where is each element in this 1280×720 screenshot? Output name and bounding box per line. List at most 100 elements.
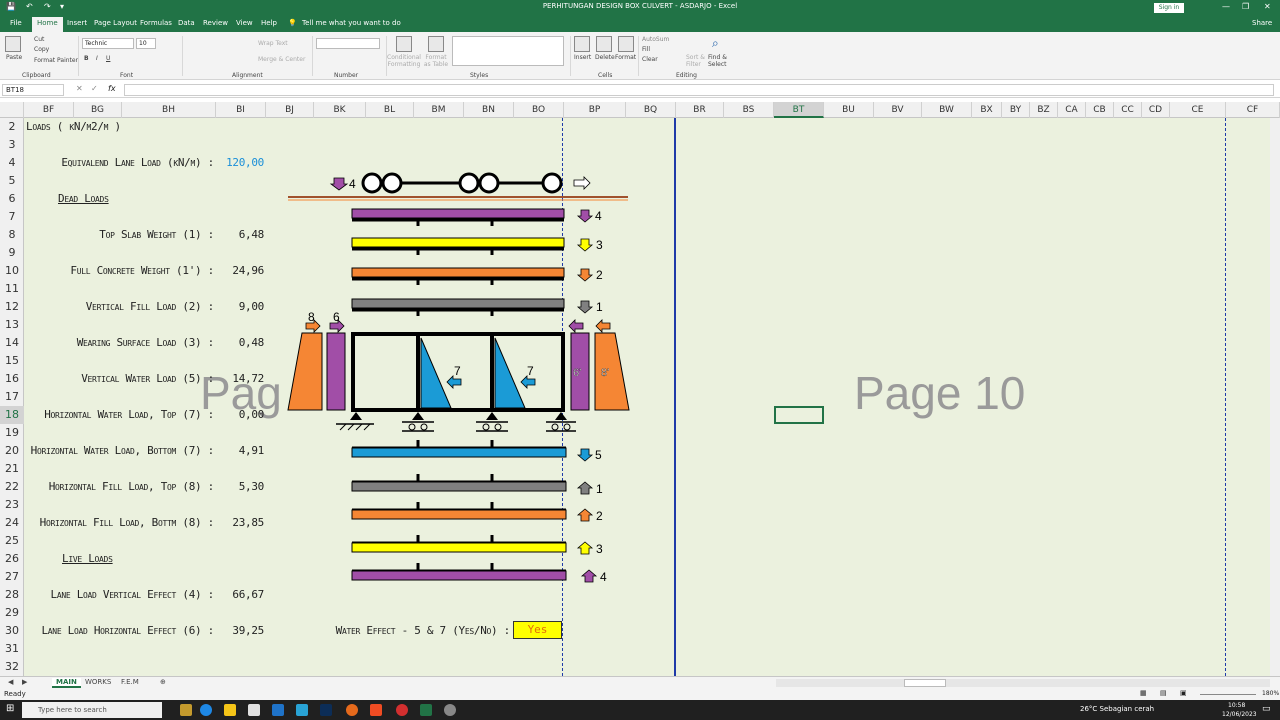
tab-page-layout[interactable]: Page Layout [94, 19, 137, 27]
format-as-table-icon[interactable] [428, 36, 444, 52]
sheet-tab-main[interactable]: MAIN [52, 678, 81, 688]
load-value[interactable]: 4,91 [194, 444, 265, 457]
underline-button[interactable]: U [106, 55, 110, 62]
column-header[interactable]: BN [464, 102, 514, 118]
notification-icon[interactable]: ▭ [1262, 704, 1271, 714]
horizontal-scrollbar[interactable] [776, 679, 1270, 687]
column-header[interactable]: BM [414, 102, 464, 118]
row-header[interactable]: 24 [0, 514, 24, 532]
italic-button[interactable]: I [96, 55, 98, 62]
row-header[interactable]: 27 [0, 568, 24, 586]
column-header[interactable]: BK [314, 102, 366, 118]
column-header[interactable]: BS [724, 102, 774, 118]
row-header[interactable]: 3 [0, 136, 24, 154]
file-explorer-icon[interactable] [224, 704, 236, 716]
column-header[interactable]: BZ [1030, 102, 1058, 118]
tab-formulas[interactable]: Formulas [140, 19, 172, 27]
next-sheet-icon[interactable]: ▶ [22, 678, 27, 686]
bold-button[interactable]: B [84, 55, 89, 62]
column-header[interactable]: CF [1226, 102, 1280, 118]
minimize-button[interactable]: — [1222, 2, 1230, 11]
water-effect-input[interactable]: Yes [513, 621, 562, 639]
column-header[interactable]: BX [972, 102, 1002, 118]
load-value[interactable]: 0,48 [194, 336, 265, 349]
find-magnifier-icon[interactable]: ⌕ [712, 36, 719, 51]
row-header[interactable]: 30 [0, 622, 24, 640]
column-header[interactable]: BI [216, 102, 266, 118]
row-header[interactable]: 6 [0, 190, 24, 208]
taskbar-search-input[interactable]: Type here to search [22, 702, 162, 718]
column-header[interactable]: BO [514, 102, 564, 118]
load-value[interactable]: 5,30 [194, 480, 265, 493]
column-header[interactable]: BF [24, 102, 74, 118]
row-header[interactable]: 11 [0, 280, 24, 298]
row-header[interactable]: 9 [0, 244, 24, 262]
mail-icon[interactable] [272, 704, 284, 716]
paste-icon[interactable] [5, 36, 21, 52]
zoom-slider[interactable] [1200, 694, 1256, 695]
column-header[interactable]: CD [1142, 102, 1170, 118]
format-cells-icon[interactable] [618, 36, 634, 52]
normal-view-icon[interactable]: ▦ [1140, 689, 1147, 697]
row-header[interactable]: 16 [0, 370, 24, 388]
font-size-select[interactable]: 10 [136, 38, 156, 49]
load-value[interactable]: 24,96 [194, 264, 264, 277]
row-header-selected[interactable]: 18 [0, 406, 24, 424]
paste-button[interactable]: Paste [6, 54, 22, 61]
column-header-selected[interactable]: BT [774, 102, 824, 118]
zoom-level[interactable]: 180% [1262, 690, 1279, 697]
brave-icon[interactable] [370, 704, 382, 716]
formula-input[interactable] [124, 84, 1274, 96]
load-value[interactable]: 14,72 [194, 372, 264, 385]
tab-data[interactable]: Data [178, 19, 195, 27]
close-button[interactable]: ✕ [1264, 2, 1271, 11]
live-load-value[interactable]: 66,67 [194, 588, 264, 601]
row-header[interactable]: 31 [0, 640, 24, 658]
autosum-button[interactable]: AutoSum [642, 36, 669, 43]
column-header[interactable]: BR [676, 102, 724, 118]
widget-icon[interactable] [180, 704, 192, 716]
sort-filter-button[interactable]: Sort & Filter [686, 54, 706, 68]
format-cells-button[interactable]: Format [615, 54, 636, 61]
row-header[interactable]: 26 [0, 550, 24, 568]
row-header[interactable]: 21 [0, 460, 24, 478]
load-value[interactable]: 23,85 [194, 516, 264, 529]
prev-sheet-icon[interactable]: ◀ [8, 678, 13, 686]
row-header[interactable]: 2 [0, 118, 24, 136]
sheet-tab-fem[interactable]: F.E.M [121, 678, 139, 686]
row-header[interactable]: 12 [0, 298, 24, 316]
weather-widget[interactable]: 26°C Sebagian cerah [1080, 705, 1154, 713]
row-header[interactable]: 7 [0, 208, 24, 226]
column-header[interactable]: CB [1086, 102, 1114, 118]
tab-view[interactable]: View [236, 19, 253, 27]
column-header[interactable]: BJ [266, 102, 314, 118]
find-select-button[interactable]: Find & Select [708, 54, 730, 68]
firefox-icon[interactable] [346, 704, 358, 716]
row-header[interactable]: 8 [0, 226, 24, 244]
row-header[interactable]: 25 [0, 532, 24, 550]
cancel-icon[interactable]: ✕ [76, 84, 83, 93]
font-name-select[interactable]: Technic [82, 38, 134, 49]
tab-review[interactable]: Review [203, 19, 228, 27]
column-header[interactable]: BV [874, 102, 922, 118]
row-header[interactable]: 13 [0, 316, 24, 334]
column-header[interactable]: BP [564, 102, 626, 118]
row-header[interactable]: 4 [0, 154, 24, 172]
row-header[interactable]: 17 [0, 388, 24, 406]
row-header[interactable]: 19 [0, 424, 24, 442]
column-header[interactable]: BQ [626, 102, 676, 118]
clock-date[interactable]: 12/06/2023 [1222, 711, 1257, 718]
photoshop-icon[interactable] [320, 704, 332, 716]
column-header[interactable]: BY [1002, 102, 1030, 118]
clock-time[interactable]: 10:58 [1228, 702, 1245, 709]
insert-cells-icon[interactable] [574, 36, 590, 52]
row-header[interactable]: 10 [0, 262, 24, 280]
number-format-select[interactable] [316, 38, 380, 49]
enter-icon[interactable]: ✓ [91, 84, 98, 93]
column-header[interactable]: BW [922, 102, 972, 118]
tab-home[interactable]: Home [32, 17, 63, 32]
restore-button[interactable]: ❐ [1242, 2, 1249, 11]
cell-styles-gallery[interactable] [452, 36, 564, 66]
tab-file[interactable]: File [10, 19, 22, 27]
row-header[interactable]: 28 [0, 586, 24, 604]
